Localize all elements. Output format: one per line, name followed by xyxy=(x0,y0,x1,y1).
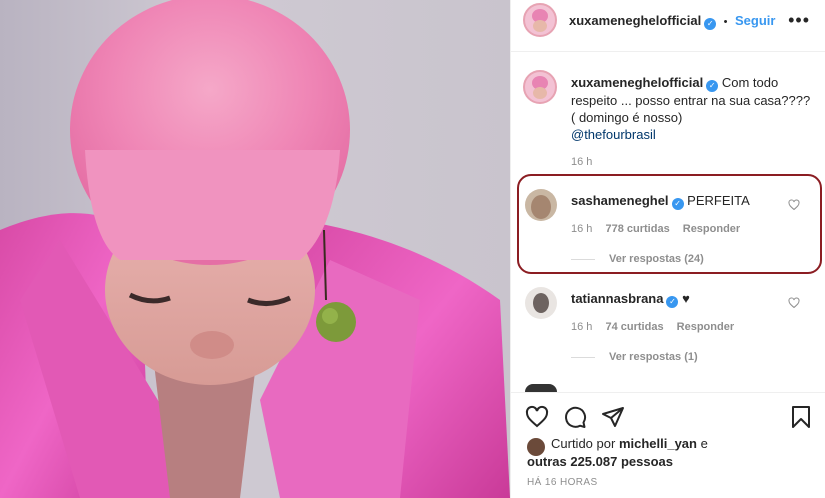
liker-username[interactable]: michelli_yan xyxy=(619,436,697,451)
comment-icon[interactable] xyxy=(563,405,587,429)
reply-button[interactable]: Responder xyxy=(677,321,734,333)
author-username[interactable]: xuxameneghelofficial xyxy=(569,13,701,28)
comment-highlight-annotation xyxy=(517,174,822,274)
comment-username[interactable]: tatiannasbrana xyxy=(571,291,663,306)
author-avatar[interactable] xyxy=(523,3,557,37)
caption-mention[interactable]: @thefourbrasil xyxy=(571,127,656,142)
more-options-icon[interactable]: ••• xyxy=(788,10,810,31)
post-header: xuxameneghelofficial ✓ • Seguir ••• xyxy=(511,0,825,52)
comment-likes[interactable]: 74 curtidas xyxy=(605,321,663,333)
bullet-separator: • xyxy=(723,16,728,28)
caption-time: 16 h xyxy=(571,156,593,168)
post-image[interactable] xyxy=(0,0,510,498)
likes-connector: e xyxy=(700,436,708,451)
likes-count[interactable]: outras 225.087 pessoas xyxy=(527,454,673,469)
heart-icon[interactable] xyxy=(525,405,549,429)
commenter-avatar-partial[interactable] xyxy=(525,384,557,392)
caption-author-avatar[interactable] xyxy=(523,70,557,104)
view-replies-label[interactable]: Ver respostas (1) xyxy=(609,351,698,363)
post-photo-illustration xyxy=(0,0,510,498)
replies-divider xyxy=(571,356,595,358)
verified-icon: ✓ xyxy=(666,296,679,308)
likes-prefix: Curtido por xyxy=(551,436,616,451)
heart-icon[interactable] xyxy=(788,297,800,309)
verified-icon: ✓ xyxy=(704,18,717,30)
post-timestamp[interactable]: HÁ 16 HORAS xyxy=(527,477,598,488)
commenter-avatar[interactable] xyxy=(525,287,557,319)
share-icon[interactable] xyxy=(601,405,625,429)
verified-icon: ✓ xyxy=(706,80,719,92)
comment-time: 16 h xyxy=(571,321,593,333)
view-replies-button[interactable]: Ver respostas (1) xyxy=(571,351,698,363)
caption-username[interactable]: xuxameneghelofficial xyxy=(571,75,703,90)
bookmark-icon[interactable] xyxy=(789,405,813,429)
comment-text: ♥ xyxy=(682,291,690,306)
caption-text-block: xuxameneghelofficial ✓ Com todo respeito … xyxy=(571,74,811,143)
comment-meta: 16 h 74 curtidas Responder xyxy=(571,321,734,333)
follow-button[interactable]: Seguir xyxy=(735,13,775,28)
action-bar: Curtido por michelli_yan e outras 225.08… xyxy=(511,392,825,498)
likes-summary: Curtido por michelli_yan e outras 225.08… xyxy=(527,435,708,471)
